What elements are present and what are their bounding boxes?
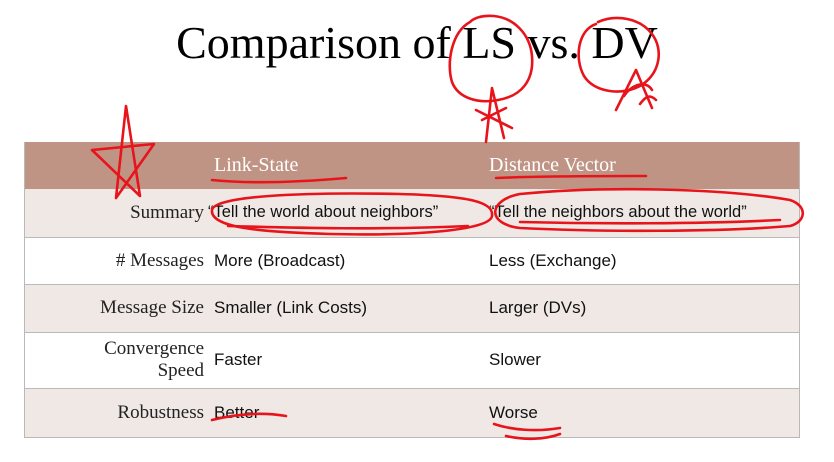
dv-convergence: Slower <box>489 350 541 369</box>
header-link-state: Link-State <box>214 154 299 176</box>
dv-summary: “Tell the neighbors about the world” <box>489 203 747 222</box>
ink-letter-a-ls <box>474 86 514 144</box>
dv-message-size: Larger (DVs) <box>489 298 587 317</box>
ls-message-size: Smaller (Link Costs) <box>214 298 368 317</box>
header-distance-vector: Distance Vector <box>489 154 616 176</box>
table-row: Summary “Tell the world about neighbors”… <box>24 189 800 237</box>
ls-robustness: Better <box>214 402 260 422</box>
ink-letter-a-dv <box>614 68 658 112</box>
table-row: # Messages More (Broadcast) Less (Exchan… <box>24 237 800 284</box>
dv-messages: Less (Exchange) <box>489 250 617 270</box>
row-label-message-size: Message Size <box>100 297 204 318</box>
ls-messages: More (Broadcast) <box>214 250 346 270</box>
slide-title: Comparison of LS vs. DV <box>176 17 658 68</box>
table-row: Convergence Speed Faster Slower <box>24 332 800 388</box>
table-header-row: Link-State Distance Vector <box>24 142 800 189</box>
row-label-messages: # Messages <box>115 249 204 271</box>
ls-summary: “Tell the world about neighbors” <box>208 203 439 222</box>
table-row: Robustness Better Worse <box>24 388 800 437</box>
row-label-convergence-speed: Convergence Speed <box>24 332 204 388</box>
row-label-convergence-line2: Speed <box>157 360 204 381</box>
table-row: Message Size Smaller (Link Costs) Larger… <box>24 284 800 332</box>
comparison-table: Link-State Distance Vector Summary “Tell… <box>24 142 800 438</box>
dv-robustness: Worse <box>489 402 538 422</box>
row-label-robustness: Robustness <box>117 401 204 423</box>
row-label-convergence-line1: Convergence <box>104 338 204 359</box>
header-empty-cell <box>24 142 204 189</box>
ls-convergence: Faster <box>214 350 263 369</box>
row-label-summary: Summary <box>130 201 204 223</box>
